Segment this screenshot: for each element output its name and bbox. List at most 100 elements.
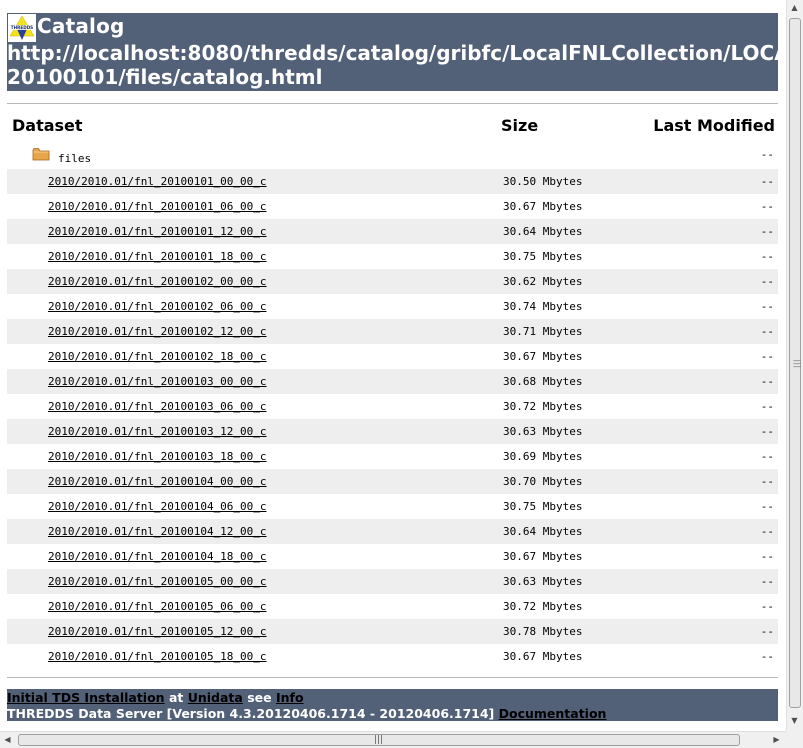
dataset-link[interactable]: 2010/2010.01/fnl_20100105_06_00_c — [48, 600, 267, 613]
table-row: 2010/2010.01/fnl_20100104_18_00_c 30.67 M… — [7, 544, 778, 569]
documentation-link[interactable]: Documentation — [499, 706, 607, 721]
dataset-link[interactable]: 2010/2010.01/fnl_20100105_18_00_c — [48, 650, 267, 663]
dataset-last-modified: -- — [760, 325, 774, 338]
dataset-size: 30.67 Mbytes — [503, 550, 583, 563]
table-row: 2010/2010.01/fnl_20100102_00_00_c 30.62 M… — [7, 269, 778, 294]
table-row: 2010/2010.01/fnl_20100103_12_00_c 30.63 M… — [7, 419, 778, 444]
dataset-link[interactable]: 2010/2010.01/fnl_20100104_00_00_c — [48, 475, 267, 488]
scroll-right-icon[interactable]: ▶ — [769, 732, 784, 748]
dataset-last-modified: -- — [760, 300, 774, 313]
dataset-last-modified: -- — [760, 400, 774, 413]
table-row: 2010/2010.01/fnl_20100103_06_00_c 30.72 M… — [7, 394, 778, 419]
divider-top — [7, 103, 778, 104]
dataset-size: 30.72 Mbytes — [503, 400, 583, 413]
table-row: 2010/2010.01/fnl_20100105_06_00_c 30.72 M… — [7, 594, 778, 619]
dataset-size: 30.74 Mbytes — [503, 300, 583, 313]
table-row: 2010/2010.01/fnl_20100105_00_00_c 30.63 M… — [7, 569, 778, 594]
table-row: 2010/2010.01/fnl_20100104_12_00_c 30.64 M… — [7, 519, 778, 544]
dataset-link[interactable]: 2010/2010.01/fnl_20100103_00_00_c — [48, 375, 267, 388]
table-row: 2010/2010.01/fnl_20100103_00_00_c 30.68 M… — [7, 369, 778, 394]
dataset-last-modified: -- — [760, 600, 774, 613]
folder-icon[interactable] — [32, 147, 50, 161]
dataset-last-modified: -- — [760, 575, 774, 588]
vertical-scrollbar[interactable]: ▲ — — — ▼ — [786, 0, 803, 731]
folder-last-modified: -- — [760, 148, 774, 161]
dataset-last-modified: -- — [760, 275, 774, 288]
dataset-size: 30.67 Mbytes — [503, 350, 583, 363]
scroll-left-icon[interactable]: ◀ — [0, 732, 15, 748]
dataset-link[interactable]: 2010/2010.01/fnl_20100101_18_00_c — [48, 250, 267, 263]
dataset-last-modified: -- — [760, 200, 774, 213]
dataset-link[interactable]: 2010/2010.01/fnl_20100102_00_00_c — [48, 275, 267, 288]
table-row: 2010/2010.01/fnl_20100104_06_00_c 30.75 M… — [7, 494, 778, 519]
dataset-link[interactable]: 2010/2010.01/fnl_20100103_06_00_c — [48, 400, 267, 413]
grip-icon: — — — — [793, 356, 801, 371]
dataset-last-modified: -- — [760, 625, 774, 638]
horizontal-scrollbar[interactable]: ◀ ||| ▶ — [0, 731, 786, 748]
svg-text:THREDDS: THREDDS — [11, 25, 33, 30]
dataset-last-modified: -- — [760, 225, 774, 238]
dataset-link[interactable]: 2010/2010.01/fnl_20100102_06_00_c — [48, 300, 267, 313]
table-row: 2010/2010.01/fnl_20100103_18_00_c 30.69 M… — [7, 444, 778, 469]
dataset-link[interactable]: 2010/2010.01/fnl_20100104_12_00_c — [48, 525, 267, 538]
catalog-url-line1: http://localhost:8080/thredds/catalog/gr… — [7, 41, 778, 65]
dataset-link[interactable]: 2010/2010.01/fnl_20100103_12_00_c — [48, 425, 267, 438]
table-row: 2010/2010.01/fnl_20100102_12_00_c 30.71 M… — [7, 319, 778, 344]
dataset-link[interactable]: 2010/2010.01/fnl_20100101_00_00_c — [48, 175, 267, 188]
dataset-size: 30.63 Mbytes — [503, 425, 583, 438]
dataset-size: 30.69 Mbytes — [503, 450, 583, 463]
dataset-size: 30.70 Mbytes — [503, 475, 583, 488]
dataset-size: 30.64 Mbytes — [503, 225, 583, 238]
dataset-link[interactable]: 2010/2010.01/fnl_20100104_18_00_c — [48, 550, 267, 563]
dataset-size: 30.75 Mbytes — [503, 250, 583, 263]
dataset-last-modified: -- — [760, 550, 774, 563]
dataset-size: 30.67 Mbytes — [503, 650, 583, 663]
dataset-size: 30.72 Mbytes — [503, 600, 583, 613]
dataset-size: 30.63 Mbytes — [503, 575, 583, 588]
dataset-last-modified: -- — [760, 425, 774, 438]
dataset-size: 30.64 Mbytes — [503, 525, 583, 538]
vertical-scroll-thumb[interactable]: — — — — [789, 18, 801, 708]
table-row: 2010/2010.01/fnl_20100102_06_00_c 30.74 M… — [7, 294, 778, 319]
dataset-last-modified: -- — [760, 475, 774, 488]
dataset-link[interactable]: 2010/2010.01/fnl_20100103_18_00_c — [48, 450, 267, 463]
info-link[interactable]: Info — [276, 690, 304, 705]
dataset-size: 30.78 Mbytes — [503, 625, 583, 638]
footer: Initial TDS Installation at Unidata see … — [7, 689, 778, 721]
folder-name[interactable]: files — [58, 152, 91, 165]
dataset-last-modified: -- — [760, 350, 774, 363]
column-header-last-modified: Last Modified — [653, 116, 775, 135]
install-link[interactable]: Initial TDS Installation — [7, 690, 165, 705]
dataset-size: 30.62 Mbytes — [503, 275, 583, 288]
column-header-dataset: Dataset — [12, 116, 83, 135]
table-header: Dataset Size Last Modified — [7, 115, 778, 139]
grip-icon: ||| — [374, 735, 384, 745]
dataset-size: 30.68 Mbytes — [503, 375, 583, 388]
dataset-link[interactable]: 2010/2010.01/fnl_20100102_12_00_c — [48, 325, 267, 338]
see-text: see — [247, 690, 272, 705]
dataset-link[interactable]: 2010/2010.01/fnl_20100101_12_00_c — [48, 225, 267, 238]
dataset-link[interactable]: 2010/2010.01/fnl_20100104_06_00_c — [48, 500, 267, 513]
dataset-link[interactable]: 2010/2010.01/fnl_20100102_18_00_c — [48, 350, 267, 363]
dataset-link[interactable]: 2010/2010.01/fnl_20100105_00_00_c — [48, 575, 267, 588]
folder-row[interactable]: files -- — [7, 144, 778, 169]
column-header-size: Size — [501, 116, 539, 135]
dataset-size: 30.50 Mbytes — [503, 175, 583, 188]
catalog-header: THREDDS Catalog http://localhost:8080/th… — [7, 13, 778, 91]
dataset-last-modified: -- — [760, 250, 774, 263]
scroll-down-icon[interactable]: ▼ — [787, 713, 802, 729]
dataset-link[interactable]: 2010/2010.01/fnl_20100101_06_00_c — [48, 200, 267, 213]
dataset-last-modified: -- — [760, 375, 774, 388]
server-version-text: THREDDS Data Server [Version 4.3.2012040… — [7, 706, 495, 721]
dataset-link[interactable]: 2010/2010.01/fnl_20100105_12_00_c — [48, 625, 267, 638]
dataset-last-modified: -- — [760, 525, 774, 538]
table-row: 2010/2010.01/fnl_20100105_18_00_c 30.67 M… — [7, 644, 778, 669]
catalog-url-line2: 20100101/files/catalog.html — [7, 65, 323, 89]
horizontal-scroll-thumb[interactable]: ||| — [18, 734, 740, 746]
table-row: 2010/2010.01/fnl_20100101_00_00_c 30.50 M… — [7, 169, 778, 194]
scroll-up-icon[interactable]: ▲ — [787, 0, 802, 16]
unidata-link[interactable]: Unidata — [188, 690, 243, 705]
table-row: 2010/2010.01/fnl_20100102_18_00_c 30.67 M… — [7, 344, 778, 369]
table-row: 2010/2010.01/fnl_20100104_00_00_c 30.70 M… — [7, 469, 778, 494]
dataset-last-modified: -- — [760, 450, 774, 463]
